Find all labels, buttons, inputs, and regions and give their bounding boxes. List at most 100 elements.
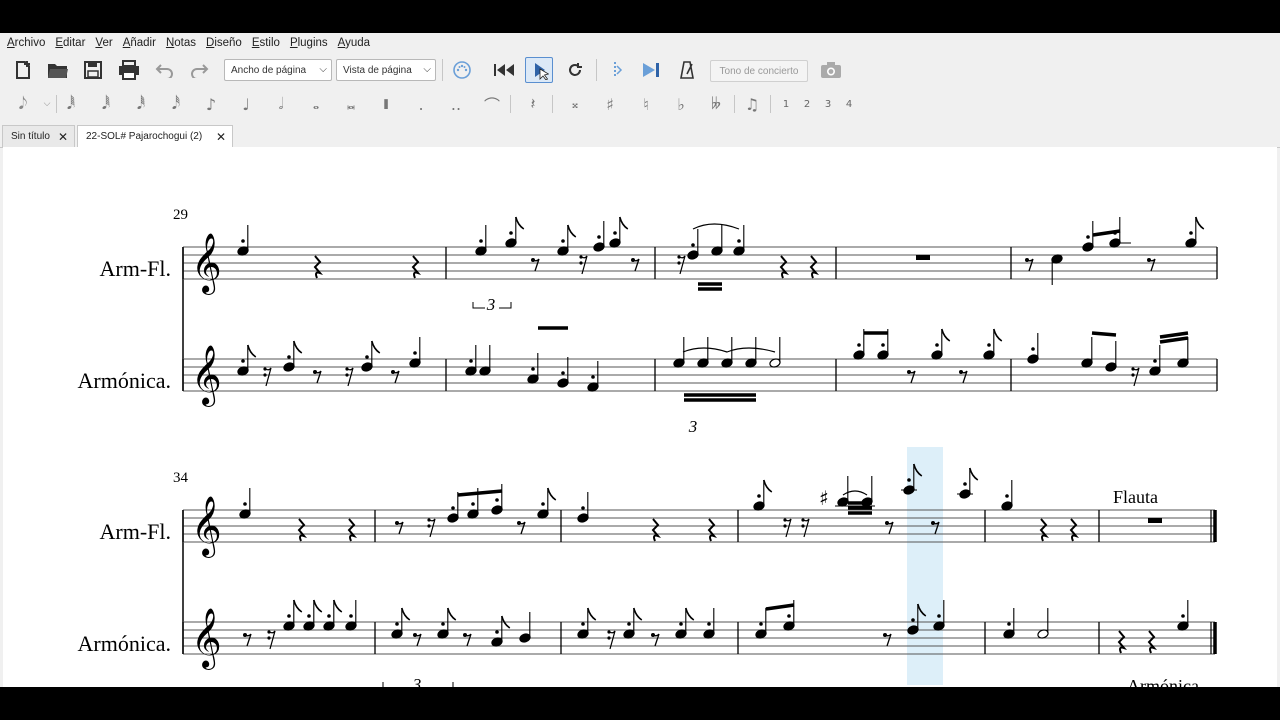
staff-name-armonica: Armónica.: [78, 631, 171, 656]
staccato-dot: [1189, 231, 1193, 235]
redo-icon[interactable]: [186, 57, 212, 83]
note-flag: [1195, 216, 1205, 230]
voice-3-button[interactable]: 3: [817, 93, 839, 115]
loop-out-icon[interactable]: [638, 57, 664, 83]
notation-layer: 𝄞 𝄞 𝄞 𝄞 ♯: [182, 216, 1218, 687]
eighth-rest: [392, 370, 400, 384]
close-icon[interactable]: ✕: [216, 130, 226, 144]
voice-2-button[interactable]: 2: [796, 93, 818, 115]
duration-eighth-icon[interactable]: ♪: [200, 93, 222, 115]
staccato-dot: [707, 622, 711, 626]
staccato-dot: [1153, 359, 1157, 363]
natural-icon[interactable]: ♮: [635, 93, 657, 115]
eighth-rest: [518, 521, 526, 535]
duration-quarter-icon[interactable]: ♩: [235, 93, 257, 115]
chevron-down-icon: ⌵: [319, 64, 327, 75]
voice-1-button[interactable]: 1: [775, 93, 797, 115]
staccato-dot: [349, 614, 353, 618]
voice-4-button[interactable]: 4: [838, 93, 860, 115]
double-dot-icon[interactable]: ..: [445, 93, 467, 115]
measure-number-29: 29: [173, 207, 188, 223]
menu-editar[interactable]: Editar: [55, 37, 85, 49]
duration-32nd-icon[interactable]: 𝅘𝅥𝅱: [130, 93, 152, 115]
duration-half-icon[interactable]: 𝅗𝅥: [270, 93, 292, 115]
staccato-dot: [531, 367, 535, 371]
duration-whole-icon[interactable]: 𝅝: [305, 93, 327, 115]
score-canvas[interactable]: 29 Arm-Fl. Armónica. 34 Arm-Fl. Armónica…: [3, 147, 1277, 687]
menu-estilo[interactable]: Estilo: [252, 37, 280, 49]
note-flag: [587, 607, 597, 621]
quarter-rest: [411, 255, 422, 279]
rest-icon[interactable]: 𝄽: [522, 93, 544, 115]
staccato-dot: [479, 239, 483, 243]
new-file-icon[interactable]: [10, 57, 36, 83]
save-icon[interactable]: [80, 57, 106, 83]
augmentation-dot-icon[interactable]: .: [410, 93, 432, 115]
midi-input-icon[interactable]: [449, 57, 475, 83]
note-flag: [567, 224, 577, 238]
eighth-rest: [414, 633, 422, 647]
tie-icon[interactable]: ⌒: [481, 93, 503, 115]
menu-archivo[interactable]: Archivo: [7, 37, 45, 49]
tab-sin-titulo[interactable]: Sin título ✕: [2, 125, 75, 147]
metronome-icon[interactable]: [674, 57, 700, 83]
note-flag: [247, 344, 257, 358]
note-flag: [371, 340, 381, 354]
flip-direction-icon[interactable]: ♫: [741, 93, 763, 115]
menu-notas[interactable]: Notas: [166, 37, 196, 49]
camera-icon[interactable]: [818, 57, 844, 83]
beam: [1159, 336, 1189, 344]
print-icon[interactable]: [116, 57, 142, 83]
menu-plugins[interactable]: Plugins: [290, 37, 328, 49]
duration-64th-icon[interactable]: 𝅘𝅥𝅲: [95, 93, 117, 115]
staccato-dot: [911, 618, 915, 622]
note-input-mode-icon[interactable]: 𝅘𝅥𝅮: [12, 93, 34, 115]
close-icon[interactable]: ✕: [58, 130, 68, 144]
menu-diseno[interactable]: Diseño: [206, 37, 242, 49]
tuplet-number: 3: [412, 675, 422, 687]
sixteenth-rest: [345, 373, 349, 377]
rewind-icon[interactable]: [491, 57, 517, 83]
concert-pitch-toggle[interactable]: Tono de concierto: [710, 60, 808, 82]
menu-ver[interactable]: Ver: [95, 37, 112, 49]
quarter-rest: [779, 255, 790, 279]
double-sharp-icon[interactable]: 𝄪: [564, 93, 586, 115]
sharp-icon[interactable]: ♯: [599, 93, 621, 115]
loop-in-icon[interactable]: [602, 57, 628, 83]
treble-clef: 𝄞: [191, 233, 222, 295]
quarter-rest: [809, 255, 820, 279]
eighth-rest: [632, 258, 640, 272]
staccato-dot: [1007, 622, 1011, 626]
zoom-mode-value: Ancho de página: [231, 64, 307, 76]
score-tabs: Sin título ✕ 22-SOL# Pajarochogui (2) ✕: [0, 123, 1280, 148]
quarter-rest: [1117, 630, 1128, 654]
tab-pajarochogui[interactable]: 22-SOL# Pajarochogui (2) ✕: [77, 125, 233, 147]
staccato-dot: [451, 506, 455, 510]
loop-icon[interactable]: [562, 57, 588, 83]
double-flat-icon[interactable]: 𝄫: [705, 93, 727, 115]
text-flauta: Flauta: [1113, 487, 1158, 507]
toolbar-separator: [442, 59, 443, 81]
duration-longa-icon[interactable]: 𝅛: [375, 93, 397, 115]
duration-128th-icon[interactable]: 𝅘𝅥𝅲: [60, 93, 82, 115]
staccato-dot: [963, 482, 967, 486]
chevron-down-icon[interactable]: ⌵: [36, 93, 58, 115]
staccato-dot: [495, 630, 499, 634]
note-flag: [293, 340, 303, 354]
note-flag: [515, 216, 525, 230]
undo-icon[interactable]: [152, 57, 178, 83]
staccato-dot: [597, 235, 601, 239]
staccato-dot: [581, 506, 585, 510]
toolbar-separator: [510, 95, 511, 113]
menu-ayuda[interactable]: Ayuda: [338, 37, 370, 49]
view-mode-select[interactable]: Vista de página ⌵: [336, 59, 436, 81]
flat-icon[interactable]: ♭: [670, 93, 692, 115]
duration-16th-icon[interactable]: 𝅘𝅥𝅰: [165, 93, 187, 115]
staccato-dot: [737, 239, 741, 243]
duration-breve-icon[interactable]: 𝅜: [340, 93, 362, 115]
toolbar-separator: [552, 95, 553, 113]
zoom-mode-select[interactable]: Ancho de página ⌵: [224, 59, 332, 81]
menu-anadir[interactable]: Añadir: [123, 37, 156, 49]
play-button[interactable]: [525, 57, 553, 83]
open-folder-icon[interactable]: [45, 57, 71, 83]
